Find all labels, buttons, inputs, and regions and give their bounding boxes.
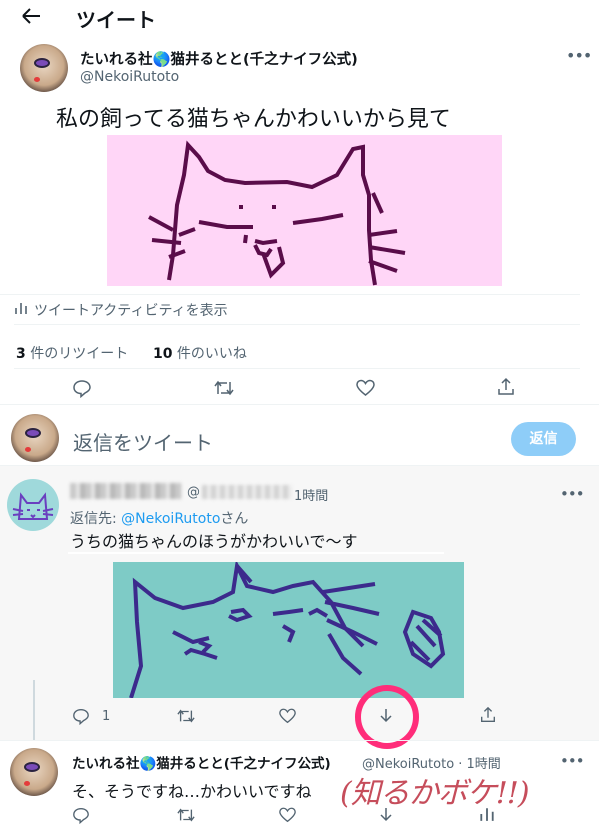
blurred-handle (202, 485, 292, 499)
reply-icon[interactable] (72, 378, 92, 398)
page-title: ツイート (76, 8, 156, 32)
reply-retweet-icon[interactable] (176, 707, 196, 725)
reply-avatar[interactable] (7, 479, 59, 531)
reply-share-icon[interactable] (479, 706, 497, 724)
reply2-like-icon[interactable] (278, 806, 297, 824)
teal-cat-drawing (129, 559, 446, 699)
tweet-activity-link[interactable]: ツイートアクティビティを表示 (34, 300, 228, 320)
reply2-author-name[interactable]: たいれる社🌎猫井るとと(千之ナイフ公式) (72, 752, 331, 772)
like-number: 10 (153, 346, 173, 362)
retweet-icon[interactable] (213, 378, 235, 398)
reply2-more-icon[interactable]: ••• (560, 752, 585, 770)
reply-submit-button[interactable]: 返信 (511, 422, 576, 456)
reply-like-icon[interactable] (278, 707, 297, 725)
handwritten-annotation: (知るかボケ!!) (340, 776, 530, 811)
retweet-count[interactable]: 3 件のリツイート (16, 343, 128, 363)
author-handle[interactable]: @NekoiRutoto (80, 69, 179, 85)
reply2-avatar[interactable] (10, 748, 58, 796)
bar-chart-icon (15, 303, 27, 314)
compose-avatar[interactable] (11, 414, 59, 462)
header: ツイート (0, 0, 599, 36)
reply2-retweet-icon[interactable] (176, 806, 196, 824)
reply-text: うちの猫ちゃんのほうがかわいいで〜す (70, 532, 358, 551)
like-count[interactable]: 10 件のいいね (153, 343, 247, 363)
cat-drawing (148, 140, 406, 286)
reply2-reply-icon[interactable] (72, 806, 90, 824)
reply-image[interactable] (113, 559, 464, 699)
like-label: 件のいいね (172, 346, 247, 362)
reply-at: @ (187, 485, 200, 500)
reply-to-suffix: さん (220, 511, 249, 527)
retweet-number: 3 (16, 346, 26, 362)
reply-to-line: 返信先: @NekoiRutotoさん (70, 508, 248, 528)
more-icon[interactable]: ••• (566, 46, 592, 65)
cat-avatar-drawing (12, 492, 54, 520)
blurred-username (70, 483, 182, 499)
author-name[interactable]: たいれる社🌎猫井るとと(千之ナイフ公式) (80, 48, 358, 69)
thread-line (33, 680, 35, 740)
reply-reply-count: 1 (102, 709, 111, 724)
reply-more-icon[interactable]: ••• (560, 485, 585, 503)
like-icon[interactable] (355, 378, 376, 398)
reply-reply-icon[interactable] (72, 707, 90, 725)
tweet-image[interactable] (107, 135, 502, 286)
avatar[interactable] (20, 44, 68, 92)
reply-compose-input[interactable]: 返信をツイート (73, 427, 213, 456)
back-arrow-icon[interactable] (20, 7, 42, 25)
reply-to-prefix: 返信先: (70, 511, 122, 527)
retweet-label: 件のリツイート (25, 346, 129, 362)
share-icon[interactable] (496, 377, 516, 397)
reply-time[interactable]: 1時間 (294, 485, 328, 504)
reply-to-link[interactable]: @NekoiRutoto (121, 511, 220, 527)
tweet-text: 私の飼ってる猫ちゃんかわいいから見て (56, 107, 451, 132)
reply2-text: そ、そうですね…かわいいですね (72, 782, 312, 801)
